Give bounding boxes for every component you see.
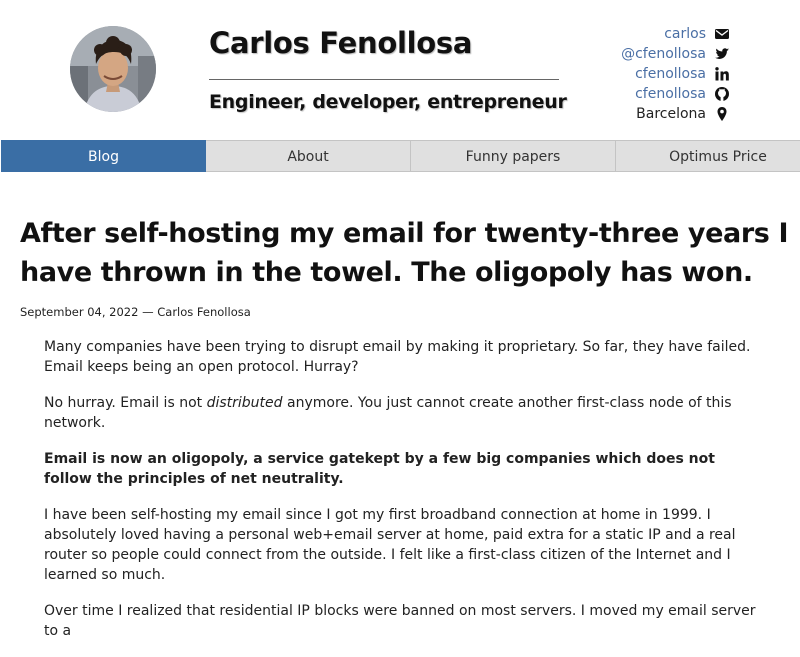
post-byline: September 04, 2022 — Carlos Fenollosa [20,305,251,319]
site-header: Carlos Fenollosa Engineer, developer, en… [0,0,800,140]
contact-email: carlos [510,24,730,44]
paragraph-3: Email is now an oligopoly, a service gat… [44,451,715,487]
contact-github: cfenollosa [510,84,730,104]
nav-item-blog[interactable]: Blog [1,140,207,172]
emphasis-distributed: distributed [206,395,283,411]
post-body: Many companies have been trying to disru… [44,337,764,641]
paragraph-1: Many companies have been trying to disru… [44,339,751,375]
site-title[interactable]: Carlos Fenollosa [209,26,559,60]
contact-location: Barcelona [510,104,730,124]
title-divider [209,79,559,80]
github-link[interactable]: cfenollosa [635,84,706,104]
contact-twitter: @cfenollosa [510,44,730,64]
avatar-photo [70,26,156,112]
contact-linkedin: cfenollosa [510,64,730,84]
nav-item-optimus-price[interactable]: Optimus Price [616,140,800,172]
article: After self-hosting my email for twenty-t… [20,214,790,657]
contact-list: carlos @cfenollosa cfenollosa cfenollosa… [510,24,730,124]
paragraph-2-start: No hurray. Email is not [44,395,207,411]
twitter-icon [714,46,730,62]
paragraph-4: I have been self-hosting my email since … [44,507,736,583]
map-marker-icon [714,106,730,122]
github-icon [714,86,730,102]
linkedin-link[interactable]: cfenollosa [635,64,706,84]
nav-item-about[interactable]: About [206,140,412,172]
twitter-link[interactable]: @cfenollosa [621,44,706,64]
email-link[interactable]: carlos [664,24,706,44]
paragraph-2: No hurray. Email is not distributed anym… [44,393,764,433]
post-title[interactable]: After self-hosting my email for twenty-t… [20,214,790,292]
linkedin-icon [714,66,730,82]
location-label: Barcelona [636,106,706,122]
nav-item-funny-papers[interactable]: Funny papers [411,140,616,172]
avatar[interactable] [70,26,156,112]
paragraph-5: Over time I realized that residential IP… [44,603,756,639]
main-nav: Blog About Funny papers Optimus Price [1,140,800,172]
envelope-icon [714,26,730,42]
